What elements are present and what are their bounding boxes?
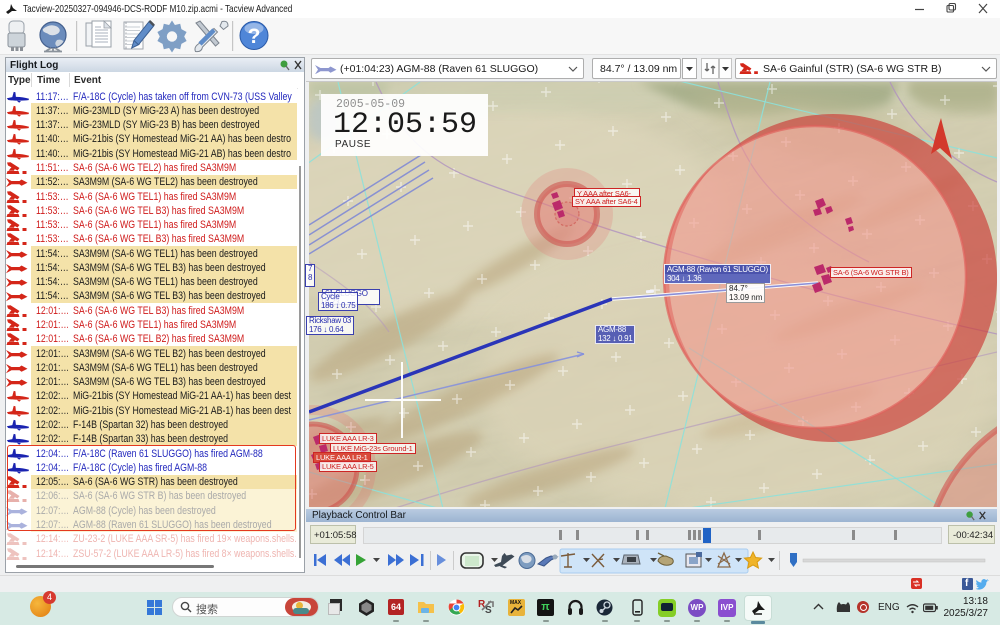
svg-text:?: ? — [248, 25, 261, 48]
